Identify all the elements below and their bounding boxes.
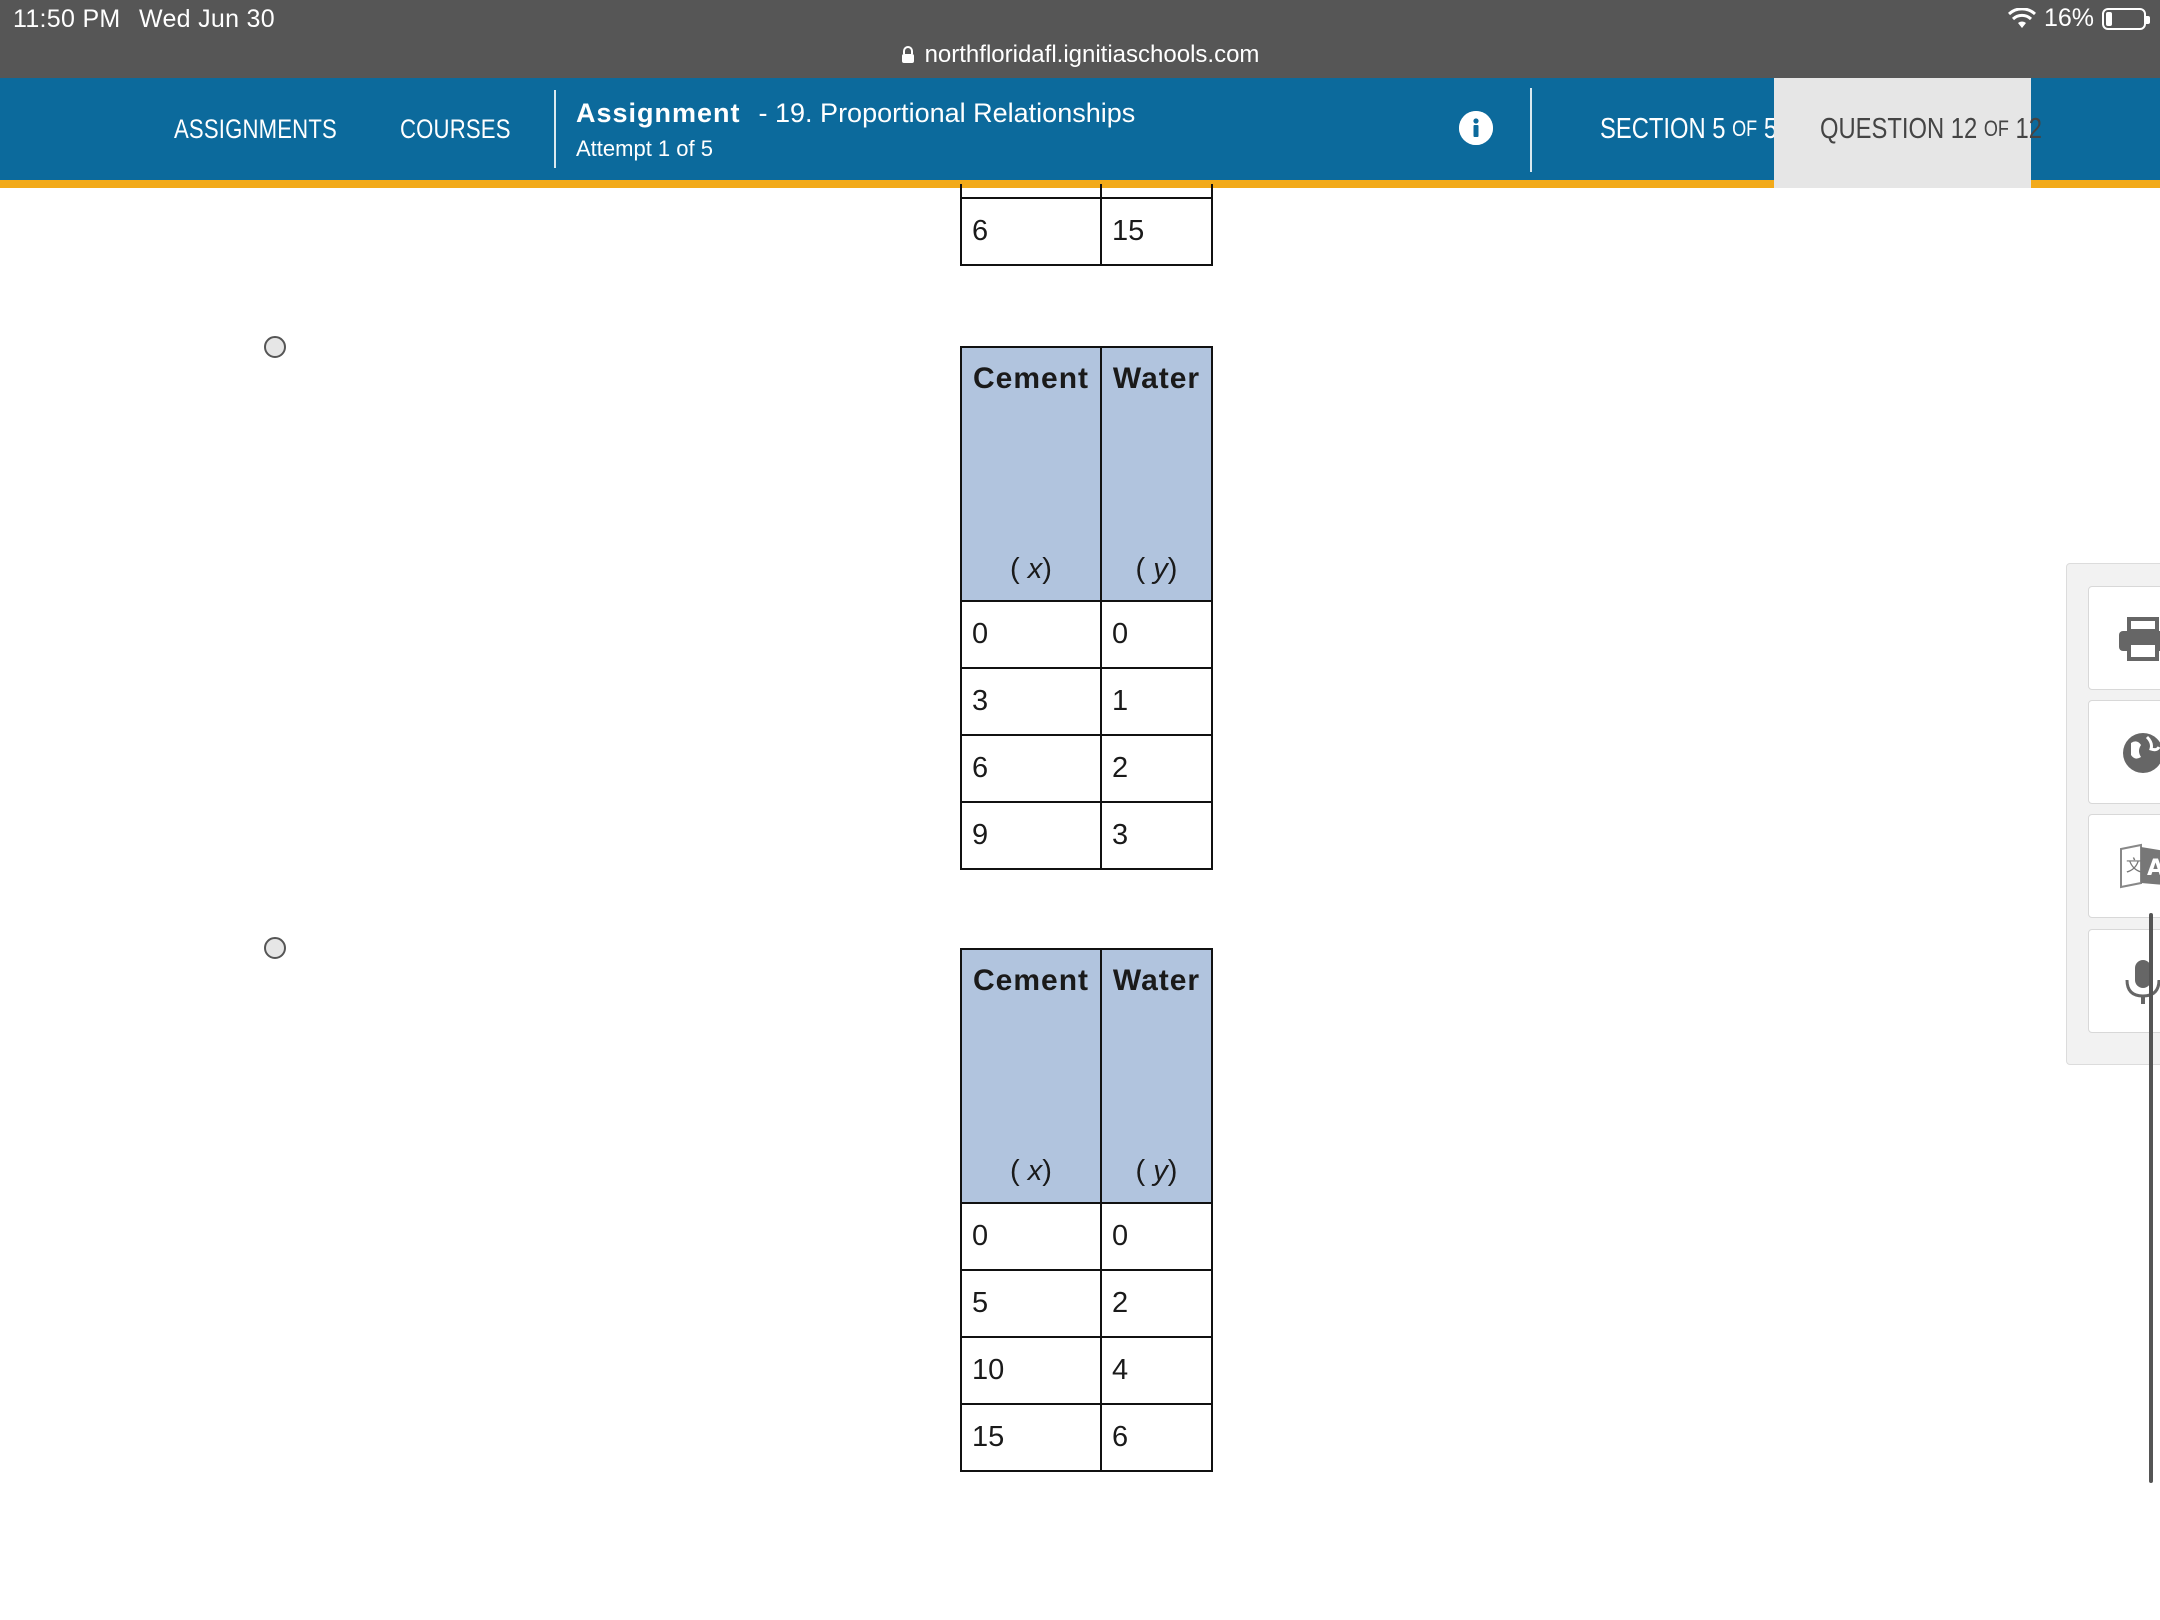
table-cell-y: 3 [1100, 801, 1213, 870]
table-cell-y: 1 [1100, 667, 1213, 736]
translate-icon: 文 A [2120, 843, 2160, 889]
table-cell-y: 6 [1100, 1403, 1213, 1472]
translate-button[interactable]: 文 A [2088, 814, 2160, 918]
table-row: 31 [960, 667, 1213, 736]
previous-option-table: 6 15 [960, 197, 1213, 266]
header-x-var: ( x) [1010, 553, 1052, 585]
var-y: y [1153, 553, 1168, 585]
nav-divider [554, 90, 556, 168]
table-header-row: Cement ( x) Water ( y) [960, 948, 1213, 1204]
header-water-label: Water [1112, 362, 1201, 395]
var-x: x [1027, 553, 1043, 585]
table-cell-x: 0 [960, 600, 1102, 669]
table-row: 00 [960, 1202, 1213, 1271]
section-indicator: SECTION 5 OF 5 [1600, 78, 1777, 180]
globe-icon [2123, 733, 2160, 773]
option-b-table: Cement ( x) Water ( y) 00 52 10 4 15 6 [960, 948, 1213, 1472]
print-button[interactable] [2088, 586, 2160, 690]
option-a-table: Cement ( x) Water ( y) 00 31 62 93 [960, 346, 1213, 870]
header-water: Water ( y) [1100, 346, 1213, 602]
table-cell-y: 0 [1100, 600, 1213, 669]
section-number: SECTION 5 [1600, 112, 1726, 145]
header-y-var: ( y) [1135, 1155, 1178, 1187]
url-text: northfloridafl.ignitiaschools.com [924, 41, 1260, 68]
globe-button[interactable] [2088, 700, 2160, 804]
table-header-row: Cement ( x) Water ( y) [960, 346, 1213, 602]
answer-radio-option-b[interactable] [264, 937, 286, 959]
attempt-counter: Attempt 1 of 5 [576, 136, 713, 161]
header-cement-label: Cement [972, 362, 1090, 395]
var-x: x [1027, 1155, 1043, 1187]
answer-radio-option-a[interactable] [264, 336, 286, 358]
svg-text:A: A [2147, 856, 2160, 881]
table-row: 52 [960, 1269, 1213, 1338]
printer-icon [2119, 617, 2160, 661]
table-cell-x: 5 [960, 1269, 1102, 1338]
table-cell-y: 2 [1100, 1269, 1213, 1338]
question-indicator: QUESTION 12 OF 12 [1820, 78, 2042, 180]
header-x-var: ( x) [1010, 1155, 1052, 1187]
info-icon[interactable] [1459, 111, 1493, 145]
microphone-icon [2125, 960, 2160, 1004]
table-cell-x: 3 [960, 667, 1102, 736]
header-cement: Cement ( x) [960, 346, 1102, 602]
table-cell-x: 6 [960, 734, 1102, 803]
table-row: 10 4 [960, 1336, 1213, 1405]
table-cell-x: 15 [960, 1403, 1102, 1472]
question-total: 12 [2015, 112, 2043, 145]
table-row: 62 [960, 734, 1213, 803]
header-cement-label: Cement [972, 964, 1090, 997]
table-cell-x: 0 [960, 1202, 1102, 1271]
table-cell-y: 0 [1100, 1202, 1213, 1271]
svg-text:文: 文 [2126, 856, 2142, 875]
status-indicators: 16% [2007, 4, 2150, 33]
battery-percent: 16% [2043, 4, 2094, 32]
section-of: OF [1732, 116, 1758, 141]
header-y-var: ( y) [1135, 553, 1178, 585]
table-cell-x: 10 [960, 1336, 1102, 1405]
url-bar[interactable]: northfloridafl.ignitiaschools.com [0, 38, 2160, 72]
table-row: 15 6 [960, 1403, 1213, 1472]
header-water-label: Water [1112, 964, 1201, 997]
nav-assignments-link[interactable]: ASSIGNMENTS [174, 78, 337, 180]
status-time: 11:50 PM [13, 5, 121, 33]
header-water: Water ( y) [1100, 948, 1213, 1204]
table-row: 93 [960, 801, 1213, 870]
assignment-name: - 19. Proportional Relationships [758, 98, 1136, 128]
assignment-title: Assignment - 19. Proportional Relationshi… [576, 98, 1135, 129]
table-cell-x: 9 [960, 801, 1102, 870]
table-cell-y: 15 [1100, 197, 1213, 266]
battery-icon [2102, 7, 2150, 30]
table-row: 00 [960, 600, 1213, 669]
wifi-icon [2007, 7, 2036, 28]
lock-icon [901, 46, 914, 63]
question-of: OF [1983, 116, 2009, 141]
page-scrollbar[interactable] [2149, 913, 2153, 1483]
var-y: y [1153, 1155, 1168, 1187]
table-row: 6 15 [960, 197, 1213, 266]
table-cell-y: 2 [1100, 734, 1213, 803]
question-number: QUESTION 12 [1820, 112, 1978, 145]
header-cement: Cement ( x) [960, 948, 1102, 1204]
assignment-label: Assignment [576, 98, 741, 128]
table-cell-y: 4 [1100, 1336, 1213, 1405]
table-cell-x: 6 [960, 197, 1102, 266]
nav-divider [1530, 88, 1532, 172]
nav-courses-link[interactable]: COURSES [400, 78, 511, 180]
status-date: Wed Jun 30 [139, 5, 275, 33]
